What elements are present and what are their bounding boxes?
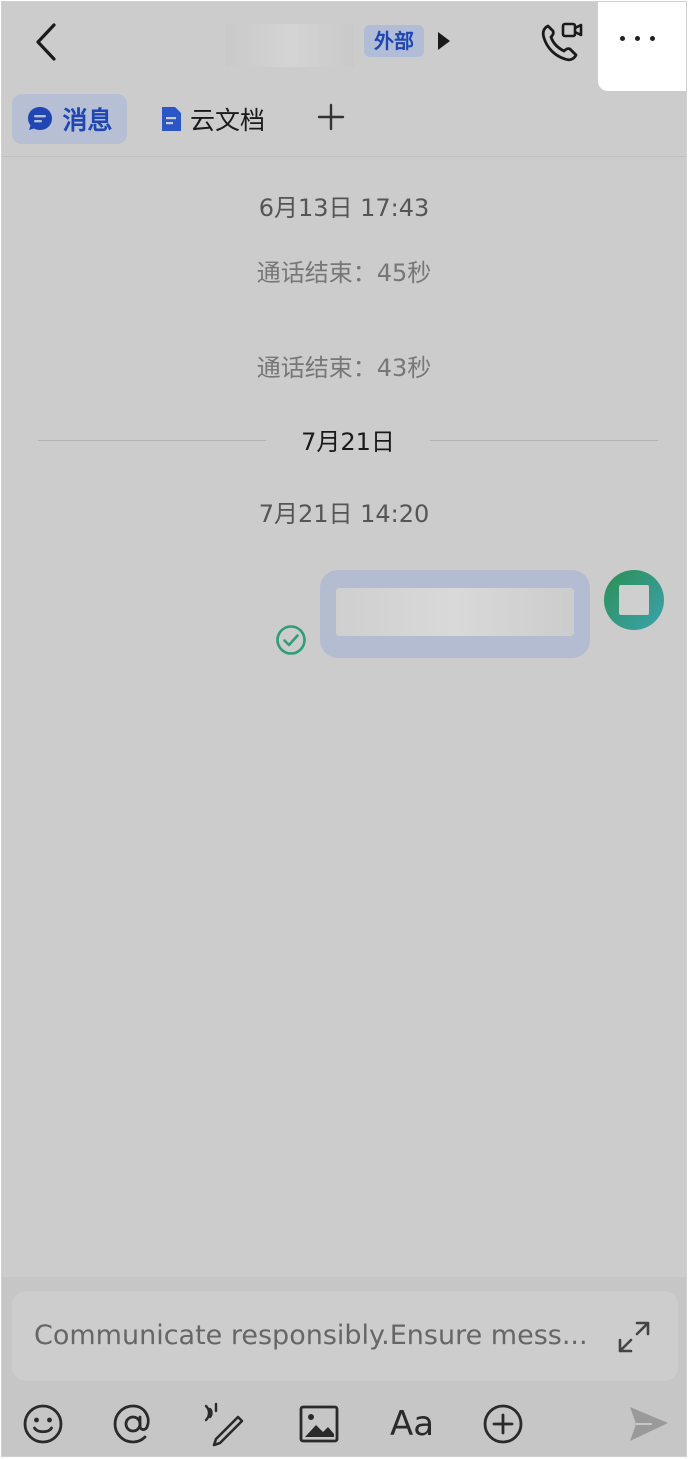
timestamp: 6月13日 17:43: [258, 194, 430, 222]
message-bubble-icon: [28, 107, 53, 130]
system-message-call-ended: 通话结束：45秒: [256, 259, 432, 287]
tab-cloud-docs[interactable]: 云文档: [160, 94, 265, 144]
sent-message-bubble[interactable]: [320, 570, 590, 658]
title-expand-triangle-icon[interactable]: [438, 32, 450, 50]
timestamp: 7月21日 14:20: [258, 500, 430, 528]
chat-title-redacted[interactable]: [226, 24, 354, 67]
tab-messages-label: 消息: [62, 106, 113, 135]
add-tab-icon[interactable]: [316, 102, 346, 132]
composer: Communicate responsibly.Ensure mess... A…: [2, 1277, 686, 1456]
tab-bar: 消息 云文档: [2, 92, 686, 157]
top-bar: 外部: [2, 2, 686, 92]
date-divider-label: 7月21日: [301, 428, 395, 456]
image-icon[interactable]: [296, 1401, 342, 1447]
external-badge: 外部: [364, 25, 424, 57]
message-content-redacted: [336, 588, 574, 636]
back-arrow-icon[interactable]: [30, 22, 66, 62]
avatar-redacted: [619, 585, 649, 615]
text-format-icon[interactable]: Aa: [386, 1401, 438, 1447]
divider-line: [430, 440, 658, 441]
avatar[interactable]: [604, 570, 664, 630]
composer-toolbar: Aa: [2, 1397, 686, 1455]
document-icon: [162, 107, 181, 131]
more-button[interactable]: [598, 2, 686, 91]
date-divider: 7月21日: [38, 426, 658, 458]
message-input[interactable]: Communicate responsibly.Ensure mess...: [12, 1291, 678, 1381]
tab-messages[interactable]: 消息: [12, 94, 127, 144]
voice-pen-icon[interactable]: [202, 1401, 248, 1447]
more-icon: [620, 36, 655, 41]
emoji-icon[interactable]: [20, 1401, 66, 1447]
send-icon[interactable]: [626, 1401, 672, 1447]
system-message-call-ended: 通话结束：43秒: [256, 354, 432, 382]
chat-screen: 外部 消息 云文档 6月13日 17:43 通话结束：45秒 通话结束：43秒 …: [1, 1, 687, 1457]
video-call-icon[interactable]: [538, 20, 584, 64]
mention-icon[interactable]: [110, 1401, 156, 1447]
expand-icon[interactable]: [614, 1317, 654, 1357]
message-input-placeholder: Communicate responsibly.Ensure mess...: [34, 1320, 588, 1351]
tab-docs-label: 云文档: [190, 106, 266, 135]
add-icon[interactable]: [480, 1401, 526, 1447]
read-check-icon: [275, 624, 307, 656]
